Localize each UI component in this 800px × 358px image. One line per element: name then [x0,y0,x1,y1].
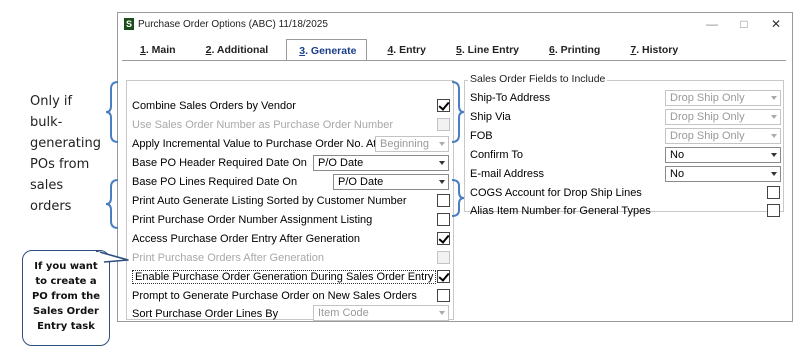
fob-label: FOB [470,129,493,142]
print-assign-checkbox[interactable] [437,213,450,226]
access-entry-checkbox[interactable] [437,232,450,245]
generate-options-group: Combine Sales Orders by Vendor Use Sales… [126,80,454,321]
window-title: Purchase Order Options (ABC) 11/18/2025 [138,18,328,30]
prompt-new-checkbox[interactable] [437,289,450,302]
tab-printing[interactable]: 6. Printing [537,39,610,61]
access-entry-label: Access Purchase Order Entry After Genera… [132,232,361,245]
chevron-down-icon [439,180,445,184]
tab-entry[interactable]: 4. Entry [375,39,436,61]
chevron-down-icon [439,142,445,146]
tab-main[interactable]: 1. Main [128,39,186,61]
ship-via-select[interactable]: Drop Ship Only [665,109,781,125]
callout-line: Sales Order [33,306,99,317]
use-so-number-checkbox[interactable] [437,118,450,131]
callout-line: to create a [35,276,97,287]
ship-via-label: Ship Via [470,110,511,123]
print-auto-checkbox[interactable] [437,194,450,207]
sort-lines-select[interactable]: Item Code [313,305,449,321]
so-fields-group: Ship-To Address Drop Ship Only Ship Via … [464,80,784,217]
tab-line-entry[interactable]: 5. Line Entry [444,39,529,61]
annotation-line: POs from [30,157,90,172]
chevron-down-icon [771,172,777,176]
use-so-number-label: Use Sales Order Number as Purchase Order… [132,118,394,131]
confirm-to-select[interactable]: No [665,147,781,163]
tab-strip: 1. Main 2. Additional 3. Generate 4. Ent… [128,39,696,61]
enable-so-entry-label: Enable Purchase Order Generation During … [132,268,437,285]
callout-line: Entry task [37,321,95,332]
alias-checkbox[interactable] [767,204,780,217]
annotation-line: bulk- [30,115,63,130]
confirm-to-label: Confirm To [470,148,523,161]
header-date-select[interactable]: P/O Date [313,155,449,171]
email-label: E-mail Address [470,167,544,180]
annotation-note: Only if bulk- generating POs from sales … [30,91,101,217]
tab-divider [122,60,786,61]
maximize-button[interactable]: □ [728,13,760,35]
cogs-checkbox[interactable] [767,186,780,199]
print-after-checkbox[interactable] [437,251,450,264]
enable-so-entry-checkbox[interactable] [437,270,450,283]
fob-select[interactable]: Drop Ship Only [665,128,781,144]
annotation-line: Only if [30,94,73,109]
print-assign-label: Print Purchase Order Number Assignment L… [132,213,373,226]
chevron-down-icon [771,96,777,100]
combine-label: Combine Sales Orders by Vendor [132,99,296,112]
tab-history[interactable]: 7. History [618,39,688,61]
annotation-line: sales [30,178,64,193]
email-select[interactable]: No [665,166,781,182]
window-controls: — □ ✕ [696,13,792,35]
chevron-down-icon [771,134,777,138]
print-after-label: Print Purchase Orders After Generation [132,251,324,264]
prompt-new-label: Prompt to Generate Purchase Order on New… [132,289,417,302]
ship-to-select[interactable]: Drop Ship Only [665,90,781,106]
annotation-line: generating [30,136,101,151]
title-bar: S Purchase Order Options (ABC) 11/18/202… [118,13,792,35]
combine-checkbox[interactable] [437,99,450,112]
chevron-down-icon [439,161,445,165]
app-icon: S [124,18,134,30]
so-fields-group-label: Sales Order Fields to Include [468,73,608,85]
tab-generate[interactable]: 3. Generate [286,39,368,61]
callout-line: PO from the [31,291,101,302]
lines-date-label: Base PO Lines Required Date On [132,175,298,188]
incremental-label: Apply Incremental Value to Purchase Orde… [132,137,377,150]
lines-date-select[interactable]: P/O Date [333,174,449,190]
tab-additional[interactable]: 2. Additional [194,39,279,61]
minimize-button[interactable]: — [696,13,728,35]
close-button[interactable]: ✕ [760,13,792,35]
callout-line: If you want [34,261,98,272]
header-date-label: Base PO Header Required Date On [132,156,307,169]
cogs-label: COGS Account for Drop Ship Lines [470,186,642,199]
chevron-down-icon [439,311,445,315]
incremental-select[interactable]: Beginning [375,136,449,152]
print-auto-label: Print Auto Generate Listing Sorted by Cu… [132,194,407,207]
callout-box: If you want to create a PO from the Sale… [22,250,110,346]
chevron-down-icon [771,153,777,157]
annotation-line: orders [30,199,72,214]
options-window: S Purchase Order Options (ABC) 11/18/202… [117,12,793,322]
chevron-down-icon [771,115,777,119]
alias-label: Alias Item Number for General Types [470,204,651,217]
sort-lines-label: Sort Purchase Order Lines By [132,307,279,320]
ship-to-label: Ship-To Address [470,91,551,104]
